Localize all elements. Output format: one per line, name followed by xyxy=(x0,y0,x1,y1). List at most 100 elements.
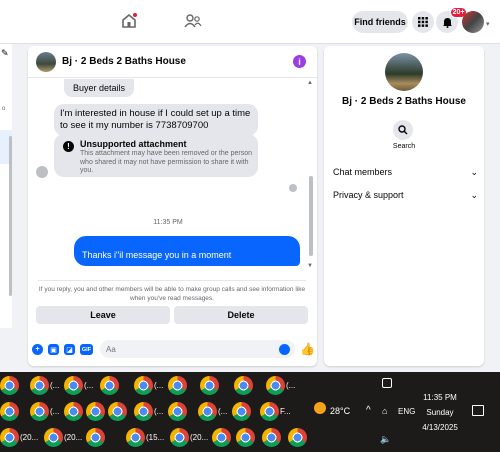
scroll-up-arrow[interactable]: ▲ xyxy=(307,80,313,86)
chrome-taskbar-icon[interactable] xyxy=(0,402,19,421)
home-icon[interactable] xyxy=(120,12,138,30)
chat-details-panel: Bj · 2 Beds 2 Baths House Search Chat me… xyxy=(324,46,484,366)
chrome-taskbar-icon[interactable] xyxy=(168,402,187,421)
chat-members-section[interactable]: Chat members ⌄ xyxy=(333,167,478,177)
buyer-details-button[interactable]: Buyer details xyxy=(64,79,134,97)
top-navigation-bar: Find friends 20+ ▾ xyxy=(0,0,500,44)
message-timestamp: 11:35 PM xyxy=(153,219,183,226)
group-notice-text: If you reply, you and other members will… xyxy=(38,280,306,303)
chrome-taskbar-icon[interactable] xyxy=(134,376,153,395)
clock-date[interactable]: 4/13/2025 xyxy=(410,423,470,432)
bell-icon xyxy=(442,17,452,28)
chrome-taskbar-icon[interactable] xyxy=(212,428,231,447)
chevron-down-icon: ⌄ xyxy=(470,190,478,200)
gif-icon[interactable]: GIF xyxy=(80,344,93,355)
friends-icon[interactable] xyxy=(184,12,202,30)
sidebar-scrollbar[interactable] xyxy=(9,136,12,296)
attachment-description: This attachment may have been removed or… xyxy=(80,150,252,174)
info-icon[interactable]: i xyxy=(293,55,306,68)
show-hidden-icons-icon[interactable]: ^ xyxy=(366,405,371,416)
chrome-taskbar-icon[interactable] xyxy=(288,428,307,447)
taskbar-label: (... xyxy=(84,381,94,390)
chrome-taskbar-icon[interactable] xyxy=(86,402,105,421)
weather-icon[interactable] xyxy=(314,402,326,414)
grid-menu-icon xyxy=(418,17,428,27)
unsupported-attachment: ! Unsupported attachment This attachment… xyxy=(54,134,258,177)
chat-title[interactable]: Bj · 2 Beds 2 Baths House xyxy=(62,56,186,67)
left-sidebar-edge: ✎ o xyxy=(0,44,12,328)
taskbar-label: (20... xyxy=(20,433,39,442)
profile-avatar[interactable] xyxy=(462,11,484,33)
chrome-taskbar-icon[interactable] xyxy=(30,402,49,421)
sidebar-text-fragment: o xyxy=(2,106,6,112)
chrome-taskbar-icon[interactable] xyxy=(0,376,19,395)
chrome-taskbar-icon[interactable] xyxy=(108,402,127,421)
weather-temperature[interactable]: 28°C xyxy=(330,406,350,416)
search-label: Search xyxy=(392,143,416,150)
read-receipt-avatar xyxy=(289,184,297,192)
network-icon[interactable]: ⌂ xyxy=(382,406,387,416)
delete-button[interactable]: Delete xyxy=(174,306,308,324)
leave-button[interactable]: Leave xyxy=(36,306,170,324)
chrome-taskbar-icon[interactable] xyxy=(262,428,281,447)
menu-button[interactable] xyxy=(412,11,434,33)
search-icon xyxy=(398,125,408,135)
notification-center-icon[interactable] xyxy=(472,405,484,416)
taskbar-label: (15... xyxy=(146,433,165,442)
chrome-taskbar-icon[interactable] xyxy=(200,376,219,395)
chat-thumbnail[interactable] xyxy=(36,52,56,72)
chrome-taskbar-icon[interactable] xyxy=(134,402,153,421)
emoji-icon[interactable] xyxy=(279,344,290,355)
chrome-taskbar-icon[interactable] xyxy=(0,428,19,447)
privacy-support-section[interactable]: Privacy & support ⌄ xyxy=(333,190,478,200)
clock-day[interactable]: Sunday xyxy=(410,408,470,417)
chrome-taskbar-icon[interactable] xyxy=(198,402,217,421)
volume-icon[interactable]: 🔈 xyxy=(380,434,391,445)
taskbar-label: (... xyxy=(286,381,296,390)
chrome-taskbar-icon[interactable] xyxy=(126,428,145,447)
group-photo[interactable] xyxy=(385,53,423,91)
message-composer: + ▣ ◪ GIF 👍 xyxy=(28,336,317,364)
edit-icon[interactable]: ✎ xyxy=(1,48,9,59)
chrome-taskbar-icon[interactable] xyxy=(44,428,63,447)
chrome-taskbar-icon[interactable] xyxy=(232,402,251,421)
chrome-taskbar-icon[interactable] xyxy=(64,376,83,395)
taskbar-label: (... xyxy=(154,407,164,416)
plus-icon[interactable]: + xyxy=(32,344,43,355)
sticker-icon[interactable]: ◪ xyxy=(64,344,75,355)
chrome-taskbar-icon[interactable] xyxy=(100,376,119,395)
taskbar-label: (20... xyxy=(190,433,209,442)
thumbs-up-icon[interactable]: 👍 xyxy=(300,342,315,356)
incoming-message: I'm interested in house if I could set u… xyxy=(54,104,258,136)
sender-avatar[interactable] xyxy=(36,166,48,178)
taskbar-label: (... xyxy=(50,381,60,390)
chat-scrollbar[interactable] xyxy=(309,176,313,256)
chevron-down-icon[interactable]: ▾ xyxy=(486,20,490,28)
windows-taskbar: (... (... (... (... (... (... (... F... … xyxy=(0,372,500,452)
section-label: Chat members xyxy=(333,167,393,177)
scroll-down-arrow[interactable]: ▼ xyxy=(307,263,313,269)
clock-time[interactable]: 11:35 PM xyxy=(410,393,470,402)
taskbar-label: (20... xyxy=(64,433,83,442)
taskbar-label: (... xyxy=(154,381,164,390)
attachment-title: Unsupported attachment xyxy=(80,139,187,149)
search-button[interactable] xyxy=(393,120,413,140)
chrome-taskbar-icon[interactable] xyxy=(236,428,255,447)
chrome-taskbar-icon[interactable] xyxy=(64,402,83,421)
chrome-taskbar-icon[interactable] xyxy=(168,376,187,395)
message-input[interactable] xyxy=(100,340,295,358)
chrome-taskbar-icon[interactable] xyxy=(86,428,105,447)
chrome-taskbar-icon[interactable] xyxy=(260,402,279,421)
chrome-taskbar-icon[interactable] xyxy=(170,428,189,447)
screen-capture-icon[interactable] xyxy=(382,378,392,388)
chrome-taskbar-icon[interactable] xyxy=(30,376,49,395)
taskbar-label: F... xyxy=(280,407,291,416)
chrome-taskbar-icon[interactable] xyxy=(234,376,253,395)
photo-icon[interactable]: ▣ xyxy=(48,344,59,355)
chrome-taskbar-icon[interactable] xyxy=(266,376,285,395)
find-friends-button[interactable]: Find friends xyxy=(352,11,408,33)
taskbar-label: (... xyxy=(50,407,60,416)
chat-window: Bj · 2 Beds 2 Baths House i ▲ Buyer deta… xyxy=(28,46,317,366)
section-label: Privacy & support xyxy=(333,190,404,200)
group-name: Bj · 2 Beds 2 Baths House xyxy=(342,96,466,107)
